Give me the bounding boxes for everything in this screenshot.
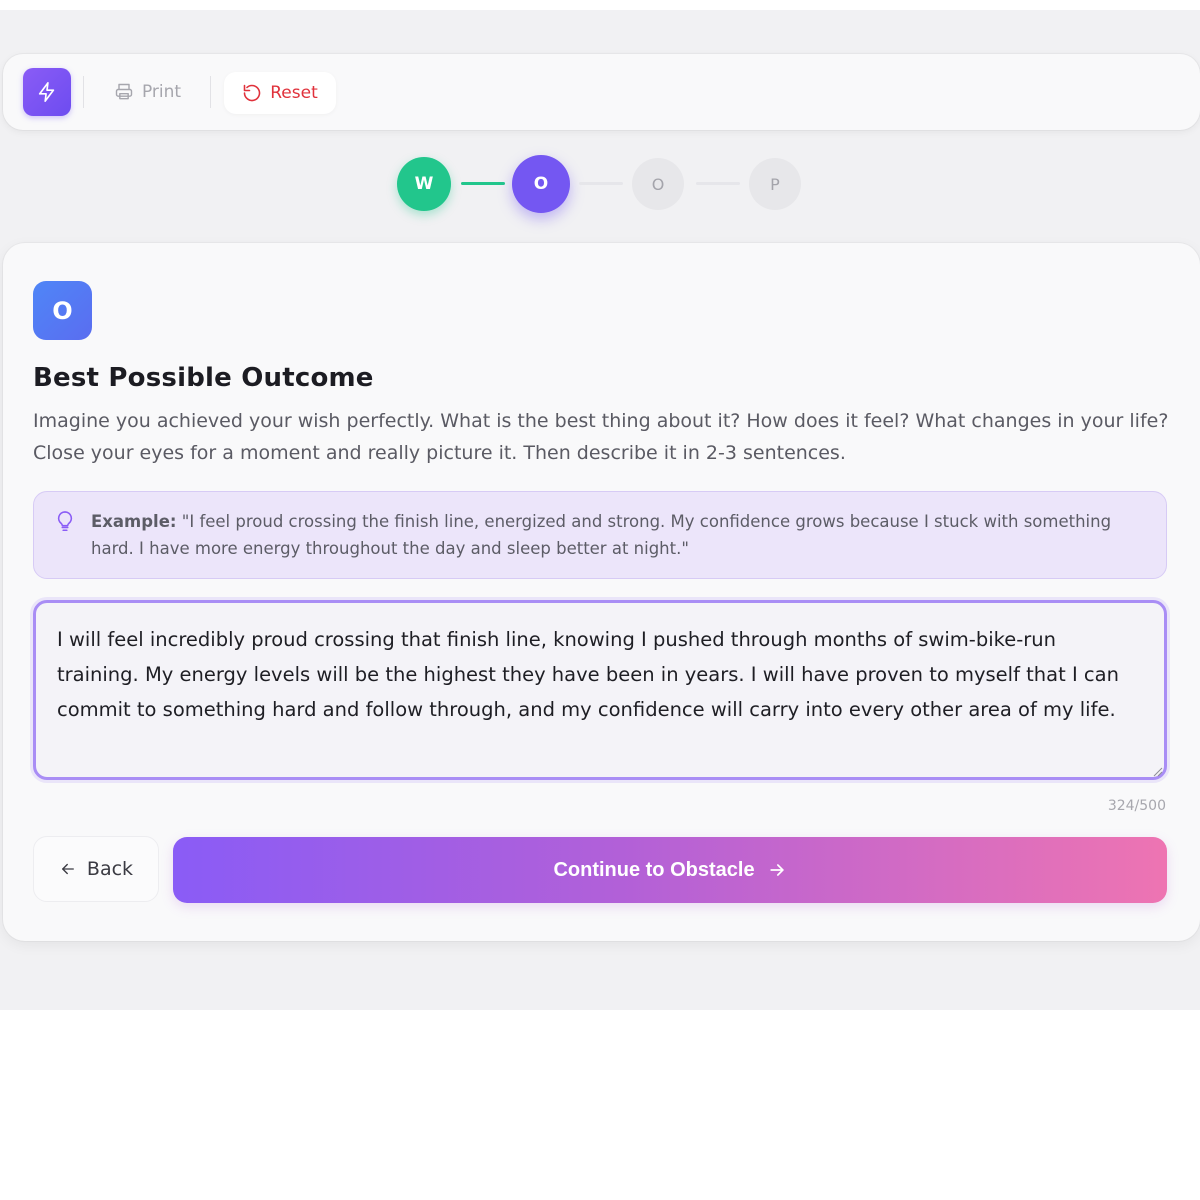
step-connector	[696, 182, 740, 185]
continue-label: Continue to Obstacle	[553, 858, 755, 881]
step-wish[interactable]: W	[397, 157, 451, 211]
example-quote: "I feel proud crossing the finish line, …	[91, 512, 1112, 558]
outcome-card: O Best Possible Outcome Imagine you achi…	[3, 243, 1200, 941]
example-text: Example: "I feel proud crossing the fini…	[91, 508, 1151, 562]
toolbar: Print Reset	[3, 54, 1200, 130]
reset-button[interactable]: Reset	[224, 72, 336, 114]
toolbar-divider	[83, 76, 84, 108]
reset-label: Reset	[270, 83, 318, 103]
character-counter: 324/500	[1107, 798, 1166, 814]
example-label: Example:	[91, 512, 177, 531]
resize-handle-icon[interactable]	[1151, 765, 1163, 777]
lightbulb-icon	[57, 511, 73, 532]
step-letter: O	[651, 174, 665, 194]
print-label: Print	[141, 82, 182, 102]
page-title: Best Possible Outcome	[33, 363, 374, 393]
instructions: Imagine you achieved your wish perfectly…	[33, 410, 1169, 464]
lightning-icon	[38, 82, 55, 102]
toolbar-divider	[210, 76, 211, 108]
continue-button[interactable]: Continue to Obstacle	[173, 837, 1167, 903]
example-box: Example: "I feel proud crossing the fini…	[33, 491, 1167, 579]
step-obstacle: O	[632, 158, 684, 210]
app-background: Print Reset W O O P O Best Possible Outc…	[0, 10, 1200, 1010]
step-outcome[interactable]: O	[512, 155, 570, 213]
arrow-left-icon	[61, 863, 74, 875]
step-connector	[461, 182, 505, 185]
undo-icon	[243, 84, 261, 102]
back-label: Back	[86, 858, 134, 880]
step-letter: O	[533, 174, 549, 194]
step-badge: O	[33, 281, 92, 340]
step-connector	[579, 182, 623, 185]
printer-icon	[115, 83, 133, 100]
print-button[interactable]: Print	[95, 72, 200, 112]
step-plan: P	[749, 158, 801, 210]
back-button[interactable]: Back	[33, 836, 159, 902]
arrow-right-icon	[769, 864, 784, 876]
outcome-textarea[interactable]: I will feel incredibly proud crossing th…	[33, 600, 1167, 780]
step-letter: P	[770, 174, 780, 194]
step-letter: W	[414, 174, 434, 194]
logo-button[interactable]	[23, 68, 71, 116]
